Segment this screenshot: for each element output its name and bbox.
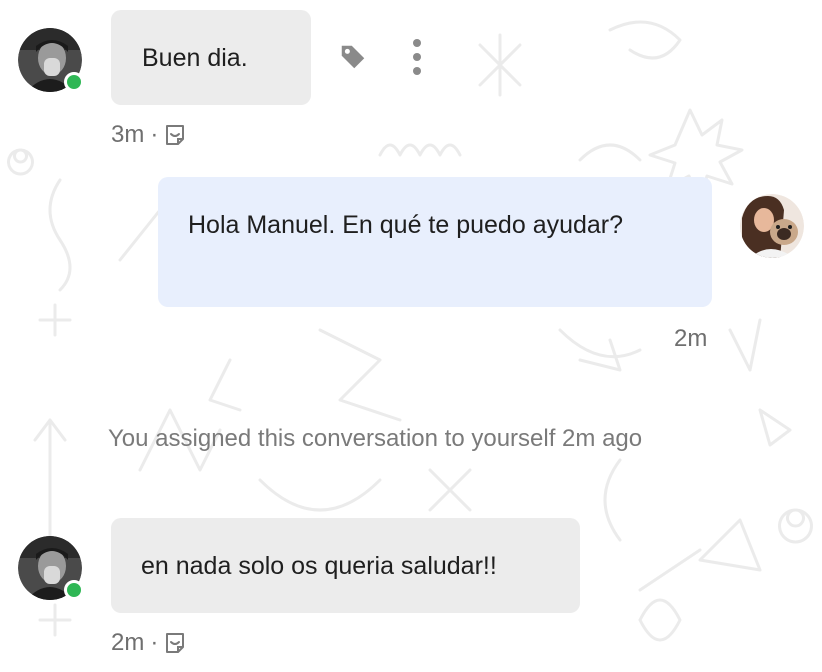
message-bubble-incoming[interactable]: en nada solo os queria saludar!! [111,518,580,613]
customer-avatar[interactable] [18,536,84,600]
message-text: en nada solo os queria saludar!! [141,552,497,580]
message-time: 2m [674,325,708,352]
message-time: 2m [111,629,145,656]
note-icon[interactable] [164,123,186,147]
message-meta: 3m · [111,121,186,149]
more-vertical-icon[interactable] [405,38,429,76]
message-text: Hola Manuel. En qué te puedo ayudar? [188,211,624,239]
message-text: Buen dia. [142,44,248,72]
customer-avatar[interactable] [18,28,84,92]
online-status-dot [64,72,84,92]
system-event: You assigned this conversation to yourse… [108,425,642,453]
system-event-text: You assigned this conversation to yourse… [108,425,643,452]
message-time: 3m [111,121,145,148]
more-vertical-icon-glyph [413,39,421,75]
note-icon[interactable] [164,631,186,655]
message-bubble-outgoing[interactable]: Hola Manuel. En qué te puedo ayudar? [158,177,712,307]
meta-separator: · [150,629,159,656]
meta-separator: · [150,121,159,148]
tag-icon[interactable] [336,40,370,74]
online-status-dot [64,580,84,600]
message-meta: 2m [674,325,707,353]
message-bubble-incoming[interactable]: Buen dia. [111,10,311,105]
agent-avatar[interactable] [740,194,804,258]
agent-avatar-image [740,194,804,258]
message-meta: 2m · [111,629,186,657]
tag-icon-glyph [341,45,365,69]
